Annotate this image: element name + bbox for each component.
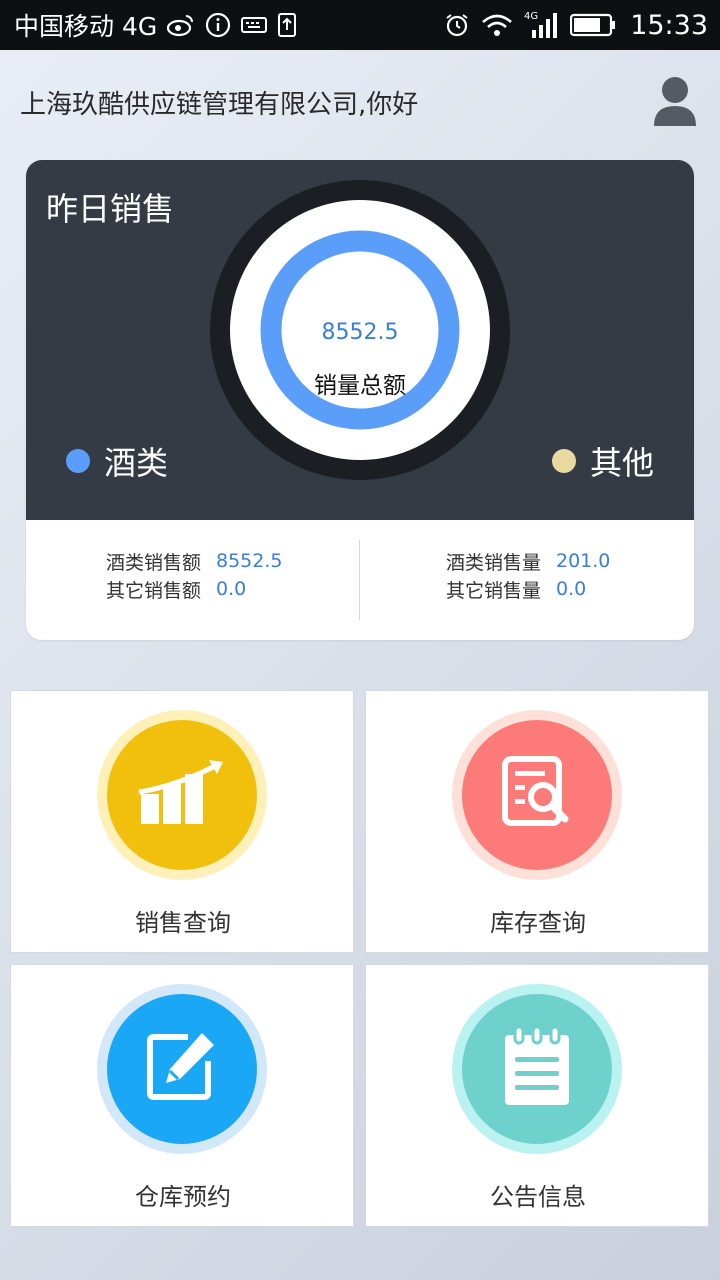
alarm-icon <box>444 12 470 38</box>
status-bar: 中国移动 4G 4G 15:33 <box>0 0 720 50</box>
sales-donut-chart: 8552.5 销量总额 <box>210 180 510 480</box>
legend-label-other: 其他 <box>589 444 654 482</box>
carrier-text: 中国移动 4G <box>14 12 158 41</box>
stat-value: 8552.5 <box>216 550 283 572</box>
inventory-query-ring <box>452 710 622 880</box>
stats-amount-column: 酒类销售额 8552.5 其它销售额 0.0 <box>106 550 283 602</box>
clock-time: 15:33 <box>630 9 708 41</box>
sales-stats-panel: 酒类销售额 8552.5 其它销售额 0.0 酒类销售量 201.0 其它销售量… <box>26 520 694 640</box>
inventory-query-label: 库存查询 <box>490 909 586 937</box>
notepad-icon <box>499 1025 575 1113</box>
stat-row: 其它销售量 0.0 <box>446 578 610 602</box>
stats-divider <box>359 540 360 620</box>
sales-query-tile[interactable]: 销售查询 <box>10 690 354 953</box>
stat-row: 其它销售额 0.0 <box>106 578 282 602</box>
legend-dot-liquor <box>66 449 90 473</box>
yesterday-sales-card: 昨日销售 8552.5 销量总额 酒类 其他 酒类销售额 8552.5 其它销售… <box>26 160 694 640</box>
svg-text:4G: 4G <box>524 11 538 22</box>
warehouse-booking-label: 仓库预约 <box>135 1183 231 1211</box>
donut-total-label: 销量总额 <box>314 373 406 399</box>
wifi-icon <box>480 12 514 38</box>
legend-item-liquor: 酒类 <box>66 438 168 484</box>
weibo-icon <box>167 13 195 37</box>
announcements-tile[interactable]: 公告信息 <box>365 964 709 1227</box>
warehouse-booking-circle <box>107 994 257 1144</box>
upload-icon <box>277 12 297 38</box>
stat-label: 酒类销售额 <box>106 551 202 574</box>
sales-chart-panel: 昨日销售 8552.5 销量总额 酒类 其他 <box>26 160 694 520</box>
info-icon <box>205 12 231 38</box>
app-header: 上海玖酷供应链管理有限公司,你好 <box>0 50 720 154</box>
battery-icon <box>570 13 616 37</box>
legend-item-other: 其他 <box>551 438 654 484</box>
stat-value: 201.0 <box>556 550 611 572</box>
donut-total-value: 8552.5 <box>321 320 399 345</box>
user-avatar-icon[interactable] <box>652 76 698 128</box>
warehouse-booking-ring <box>97 984 267 1154</box>
stat-label: 其它销售额 <box>106 579 202 602</box>
announcements-ring <box>452 984 622 1154</box>
announcements-label: 公告信息 <box>490 1183 586 1211</box>
sales-query-ring <box>97 710 267 880</box>
inventory-query-circle <box>462 720 612 870</box>
stat-row: 酒类销售量 201.0 <box>446 550 611 574</box>
legend-label-liquor: 酒类 <box>104 444 169 482</box>
sales-query-label: 销售查询 <box>135 909 231 937</box>
stat-value: 0.0 <box>556 578 587 600</box>
stat-label: 其它销售量 <box>446 579 542 602</box>
stat-label: 酒类销售量 <box>446 551 542 574</box>
stats-quantity-column: 酒类销售量 201.0 其它销售量 0.0 <box>446 550 611 602</box>
warehouse-booking-tile[interactable]: 仓库预约 <box>10 964 354 1227</box>
stat-row: 酒类销售额 8552.5 <box>106 550 283 574</box>
announcements-circle <box>462 994 612 1144</box>
sales-query-circle <box>107 720 257 870</box>
card-title: 昨日销售 <box>46 190 175 228</box>
stat-value: 0.0 <box>216 578 247 600</box>
legend-dot-other <box>551 449 576 473</box>
keyboard-icon <box>241 15 268 35</box>
sales-chart-icon <box>137 758 227 832</box>
edit-icon <box>142 1027 222 1111</box>
greeting-text: 上海玖酷供应链管理有限公司,你好 <box>20 89 419 120</box>
inventory-query-tile[interactable]: 库存查询 <box>365 690 709 953</box>
signal-4g-icon: 4G <box>524 10 560 40</box>
inventory-search-icon <box>497 753 577 837</box>
